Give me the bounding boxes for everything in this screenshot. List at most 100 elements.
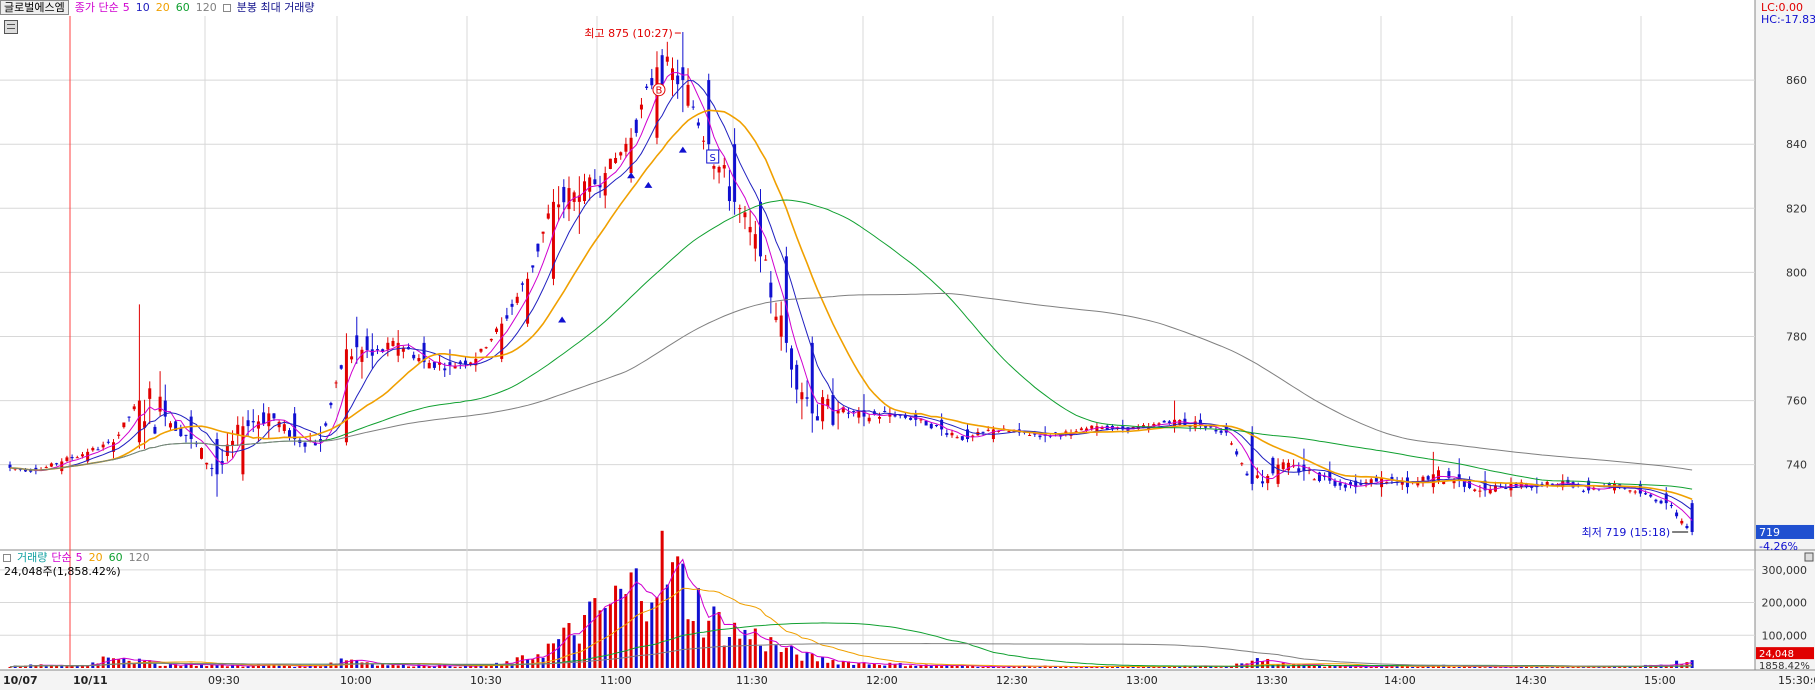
candle-body — [179, 428, 183, 437]
volume-bar — [722, 645, 726, 668]
candle-body — [702, 140, 706, 142]
candle-body — [707, 80, 711, 145]
candle-body — [282, 424, 286, 431]
volume-ma5: 5 — [75, 551, 83, 564]
candle-body — [386, 342, 390, 350]
legend-ma5: 5 — [122, 1, 130, 14]
candle-body — [846, 412, 850, 414]
volume-bar — [598, 610, 602, 668]
volume-ma60: 60 — [108, 551, 123, 564]
candle-body — [80, 454, 84, 457]
price-tick-label: 860 — [1786, 74, 1807, 87]
volume-bar — [1411, 666, 1415, 668]
candle-body — [1478, 490, 1482, 492]
candle-body — [1245, 473, 1249, 476]
candle-body — [1281, 462, 1285, 470]
candle-body — [1628, 490, 1632, 492]
ticker-button[interactable]: 글로벌에스엠 — [0, 0, 69, 15]
volume-bar — [1286, 666, 1290, 668]
candle-body — [774, 316, 778, 321]
legend-extra: 분봉 최대 거래량 — [236, 1, 315, 14]
candle-body — [805, 397, 809, 399]
candle-body — [1690, 503, 1694, 532]
candle-body — [712, 165, 716, 169]
candle-body — [189, 416, 193, 440]
time-tick-label: 12:30 — [996, 674, 1028, 687]
candle-body — [350, 356, 354, 360]
volume-bar — [365, 662, 369, 668]
candle-body — [127, 416, 131, 418]
volume-bar — [427, 666, 431, 668]
price-legend: 글로벌에스엠 종가 단순 5 10 20 60 120 분봉 최대 거래량 — [0, 0, 321, 15]
candle-body — [1038, 435, 1042, 438]
candle-body — [764, 259, 768, 261]
volume-bar — [867, 664, 871, 668]
candle-body — [96, 449, 100, 451]
sell-marker: S — [710, 153, 716, 164]
volume-bar — [520, 655, 524, 668]
price-tick-label: 780 — [1786, 330, 1807, 343]
volume-bar — [1343, 666, 1347, 668]
candle-body — [65, 457, 69, 462]
candle-body — [55, 463, 59, 465]
candle-body — [495, 328, 499, 332]
time-tick-label: 11:00 — [600, 674, 632, 687]
candle-body — [924, 420, 928, 426]
legend-ma10: 10 — [135, 1, 150, 14]
candle-body — [1680, 520, 1684, 524]
price-tick-label: 740 — [1786, 459, 1807, 472]
volume-bar — [65, 666, 69, 668]
volume-bar — [319, 666, 323, 668]
candle-body — [546, 213, 550, 219]
volume-bar — [1416, 666, 1420, 668]
volume-bar — [443, 664, 447, 668]
indicator-menu-icon[interactable] — [4, 20, 18, 34]
candle-body — [562, 186, 566, 203]
volume-bar — [800, 660, 804, 668]
volume-bar — [551, 643, 555, 668]
candle-body — [650, 78, 654, 86]
volume-bar — [1250, 660, 1254, 668]
candle-body — [1167, 421, 1171, 423]
candle-body — [1644, 493, 1648, 495]
volume-bar — [1390, 666, 1394, 668]
time-tick-label: 15:30:00 — [1778, 674, 1815, 687]
volume-bar — [1530, 667, 1534, 668]
price-tick-label: 760 — [1786, 395, 1807, 408]
candle-body — [603, 173, 607, 196]
volume-bar — [1214, 666, 1218, 668]
volume-bar — [841, 661, 845, 668]
candle-body — [200, 448, 204, 459]
candle-body — [101, 444, 105, 448]
candle-body — [1581, 490, 1585, 492]
volume-bar — [883, 665, 887, 668]
candle-body — [153, 426, 157, 434]
candle-body — [1312, 479, 1316, 481]
current-volume-value: 24,048 — [1759, 649, 1794, 660]
candle-body — [215, 439, 219, 475]
volume-bar — [432, 666, 436, 668]
candle-body — [660, 55, 664, 87]
volume-bar — [733, 622, 737, 668]
volume-bar — [1033, 667, 1037, 668]
candle-body — [779, 315, 783, 337]
candle-body — [717, 166, 721, 173]
time-tick-label: 15:00 — [1644, 674, 1676, 687]
volume-bar — [194, 665, 198, 668]
volume-bar — [914, 665, 918, 668]
volume-bar — [412, 666, 416, 668]
legend-price-label: 종가 단순 — [74, 1, 119, 14]
candle-body — [1374, 477, 1378, 482]
candle-body — [287, 430, 291, 438]
candle-body — [417, 358, 421, 362]
volume-bar — [293, 666, 297, 668]
volume-bar — [686, 619, 690, 668]
time-tick-label: 10/11 — [73, 674, 108, 687]
candle-body — [1649, 494, 1653, 497]
collapse-icon — [1804, 552, 1814, 562]
volume-bar — [903, 666, 907, 668]
candle-body — [1255, 475, 1259, 478]
volume-bar — [277, 665, 281, 668]
time-tick-label: 09:30 — [208, 674, 240, 687]
price-tick-label: 800 — [1786, 266, 1807, 279]
